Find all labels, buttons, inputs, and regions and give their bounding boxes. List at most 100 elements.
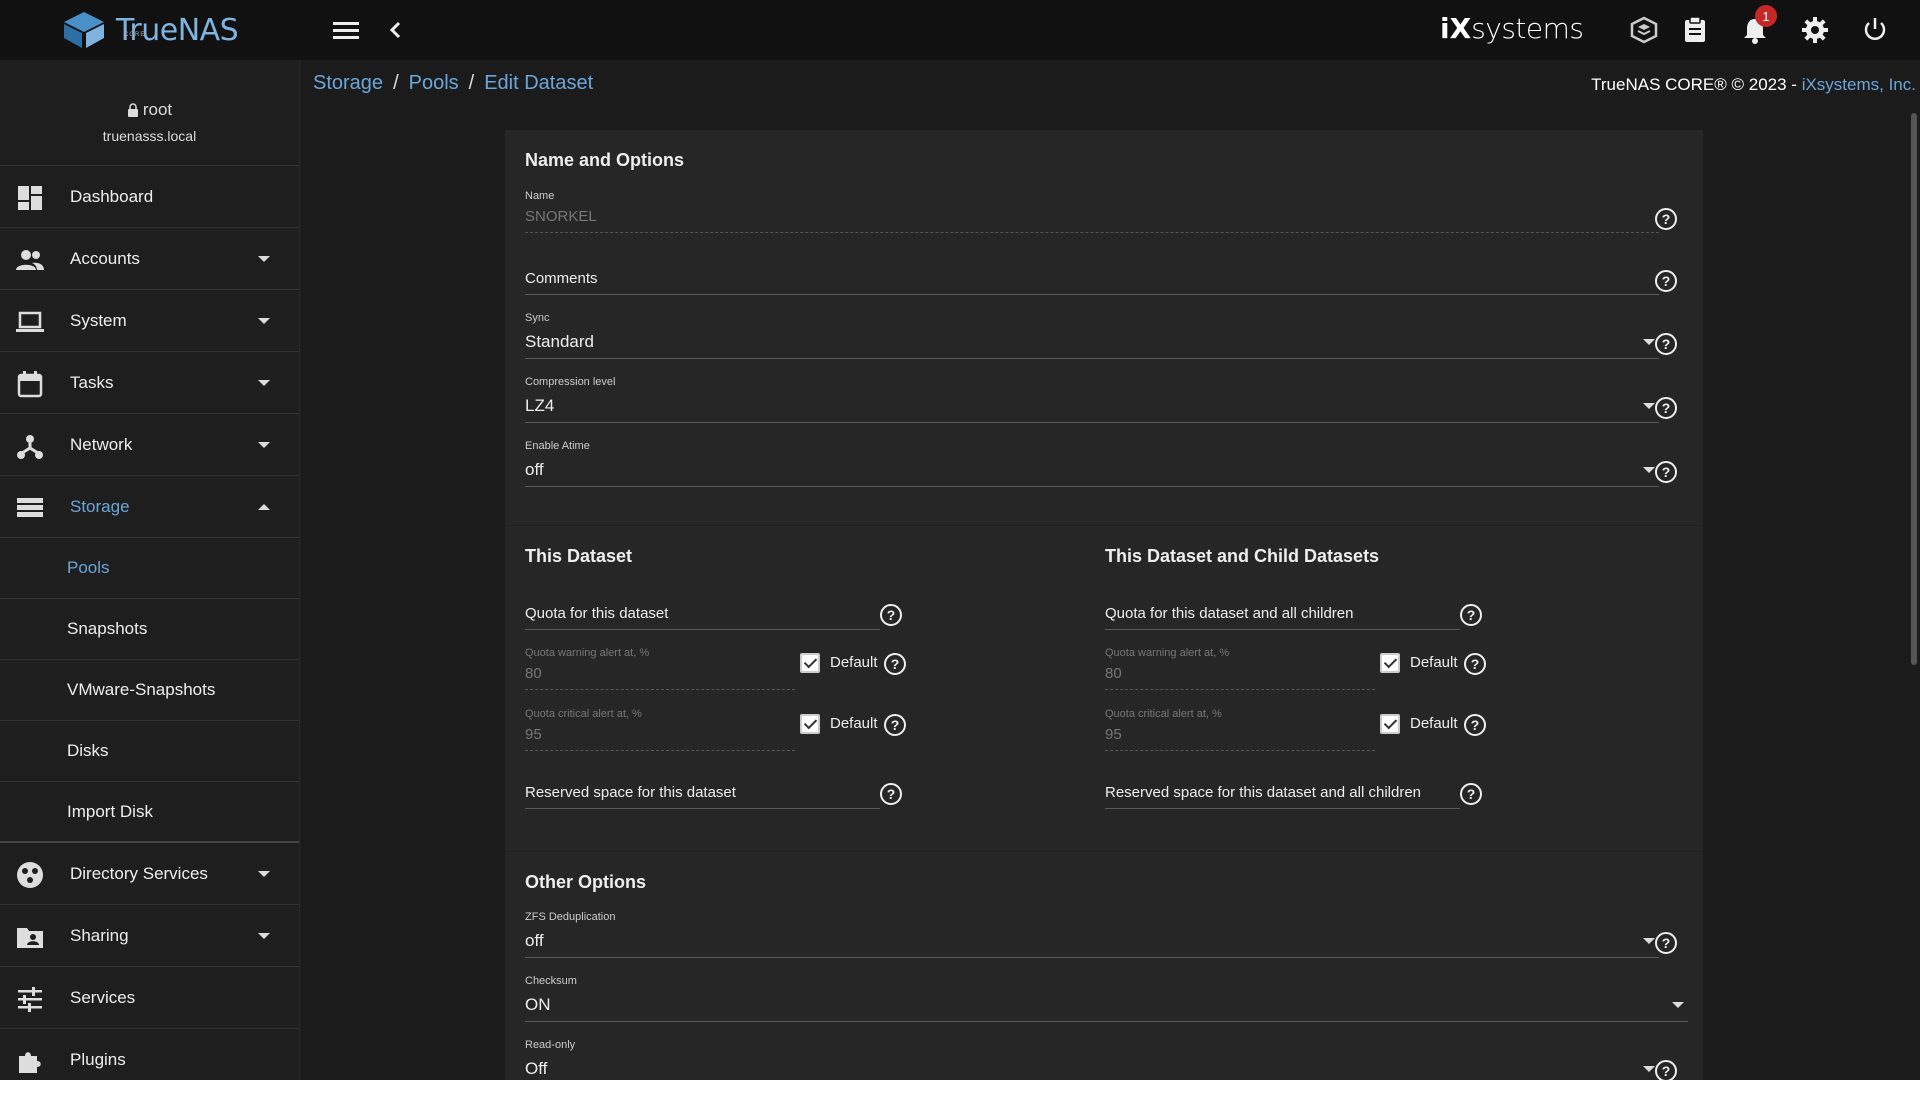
sidebar-item-dashboard[interactable]: Dashboard — [0, 166, 299, 228]
storage-icon — [17, 498, 43, 517]
help-icon[interactable]: ? — [1464, 653, 1486, 675]
dropdown-arrow-icon — [1643, 467, 1655, 473]
reserved-dataset-field[interactable]: Reserved space for this dataset — [525, 784, 880, 814]
child-quota-warning-default-checkbox[interactable] — [1380, 653, 1400, 673]
quota-warning-field: Quota warning alert at, % 80 — [525, 647, 795, 692]
atime-underline — [525, 486, 1659, 487]
sidebar-subitem-snapshots[interactable]: Snapshots — [0, 599, 299, 660]
quota-critical-default-checkbox[interactable] — [800, 714, 820, 734]
sidebar-subitem-disks[interactable]: Disks — [0, 721, 299, 782]
sidebar-item-label: Accounts — [70, 248, 140, 268]
comments-field[interactable]: Comments — [525, 270, 1659, 300]
user-host: truenasss.local — [102, 128, 197, 144]
menu-icon[interactable] — [328, 12, 364, 48]
help-icon[interactable]: ? — [1655, 932, 1677, 954]
sidebar-item-services[interactable]: Services — [0, 967, 299, 1029]
sidebar-subitem-vmware-snapshots[interactable]: VMware-Snapshots — [0, 660, 299, 721]
quota-children-placeholder: Quota for this dataset and all children — [1105, 605, 1354, 622]
help-icon[interactable]: ? — [884, 714, 906, 736]
checksum-label: Checksum — [525, 975, 577, 987]
help-icon[interactable]: ? — [880, 604, 902, 626]
sidebar-item-system[interactable]: System — [0, 290, 299, 352]
quota-children-field[interactable]: Quota for this dataset and all children — [1105, 605, 1460, 635]
breadcrumb-pools[interactable]: Pools — [409, 72, 459, 95]
help-icon[interactable]: ? — [1655, 397, 1677, 419]
help-icon[interactable]: ? — [1655, 333, 1677, 355]
sidebar-item-network[interactable]: Network — [0, 414, 299, 476]
help-icon[interactable]: ? — [1655, 461, 1677, 483]
quota-dataset-underline — [525, 629, 880, 630]
sidebar-item-label: Tasks — [70, 372, 114, 392]
help-icon[interactable]: ? — [1655, 270, 1677, 292]
sidebar-item-label: Dashboard — [70, 186, 154, 206]
help-icon[interactable]: ? — [1655, 208, 1677, 230]
breadcrumb-storage[interactable]: Storage — [313, 72, 383, 95]
checksum-select[interactable]: Checksum ON — [525, 975, 1688, 1025]
help-icon[interactable]: ? — [1460, 604, 1482, 626]
compression-label: Compression level — [525, 376, 616, 388]
reserved-children-underline — [1105, 808, 1460, 809]
default-label: Default — [1410, 715, 1458, 732]
help-icon[interactable]: ? — [1464, 714, 1486, 736]
sidebar-item-tasks[interactable]: Tasks — [0, 352, 299, 414]
truenas-logo[interactable]: TrueNAS — [60, 10, 239, 50]
breadcrumb-separator: / — [468, 72, 475, 94]
people-icon — [16, 250, 44, 270]
atime-select[interactable]: Enable Atime off — [525, 440, 1659, 490]
sidebar-item-label: Storage — [70, 496, 130, 516]
dashboard-icon — [18, 186, 42, 210]
dedup-select[interactable]: ZFS Deduplication off — [525, 911, 1659, 961]
quota-warning-default-checkbox[interactable] — [800, 653, 820, 673]
dropdown-arrow-icon — [1643, 403, 1655, 409]
atime-value: off — [525, 460, 544, 479]
checksum-underline — [525, 1021, 1688, 1022]
truecommand-icon[interactable] — [1626, 12, 1662, 48]
reserved-children-field[interactable]: Reserved space for this dataset and all … — [1105, 784, 1460, 814]
top-bar: TrueNAS CORE iXsystems 1 — [0, 0, 1920, 60]
quota-dataset-field[interactable]: Quota for this dataset — [525, 605, 880, 635]
child-quota-critical-field: Quota critical alert at, % 95 — [1105, 708, 1375, 753]
sync-select[interactable]: Sync Standard — [525, 312, 1659, 362]
compression-value: LZ4 — [525, 396, 555, 415]
network-icon — [17, 435, 43, 459]
sidebar-item-storage[interactable]: Storage — [0, 476, 299, 538]
help-icon[interactable]: ? — [884, 653, 906, 675]
child-quota-critical-label: Quota critical alert at, % — [1105, 708, 1222, 720]
quota-dataset-placeholder: Quota for this dataset — [525, 605, 669, 622]
child-quota-warning-value: 80 — [1105, 665, 1122, 682]
quota-critical-label: Quota critical alert at, % — [525, 708, 642, 720]
child-quota-warning-underline — [1105, 689, 1375, 690]
default-label: Default — [830, 715, 878, 732]
sidebar-item-label: Sharing — [70, 925, 129, 945]
sidebar-subitem-pools[interactable]: Pools — [0, 538, 299, 599]
sidebar-item-plugins[interactable]: Plugins — [0, 1029, 299, 1080]
chevron-down-icon — [258, 442, 270, 448]
compression-underline — [525, 422, 1659, 423]
help-icon[interactable]: ? — [1655, 1060, 1677, 1080]
dedup-value: off — [525, 931, 544, 950]
logo-edition: CORE — [124, 32, 146, 38]
atime-label: Enable Atime — [525, 440, 590, 452]
calendar-icon — [17, 371, 43, 398]
sidebar-item-sharing[interactable]: Sharing — [0, 905, 299, 967]
power-icon[interactable] — [1857, 12, 1893, 48]
readonly-select[interactable]: Read-only Off — [525, 1039, 1659, 1080]
page-scrollbar[interactable] — [1911, 113, 1917, 665]
ixsystems-logo: iXsystems — [1440, 12, 1584, 45]
ixsystems-link[interactable]: iXsystems, Inc. — [1802, 75, 1916, 94]
back-chevron-icon[interactable] — [377, 12, 413, 48]
settings-gear-icon[interactable] — [1797, 12, 1833, 48]
sidebar-item-directory-services[interactable]: Directory Services — [0, 843, 299, 905]
compression-select[interactable]: Compression level LZ4 — [525, 376, 1659, 426]
task-manager-icon[interactable] — [1677, 12, 1713, 48]
sidebar-subitem-import-disk[interactable]: Import Disk — [0, 782, 299, 843]
help-icon[interactable]: ? — [1460, 783, 1482, 805]
quota-critical-field: Quota critical alert at, % 95 — [525, 708, 795, 753]
child-quota-critical-default-checkbox[interactable] — [1380, 714, 1400, 734]
chevron-down-icon — [258, 380, 270, 386]
copyright: TrueNAS CORE® © 2023 - iXsystems, Inc. — [1591, 75, 1916, 95]
quota-warning-value: 80 — [525, 665, 542, 682]
sidebar-item-accounts[interactable]: Accounts — [0, 228, 299, 290]
help-icon[interactable]: ? — [880, 783, 902, 805]
quota-critical-value: 95 — [525, 726, 542, 743]
